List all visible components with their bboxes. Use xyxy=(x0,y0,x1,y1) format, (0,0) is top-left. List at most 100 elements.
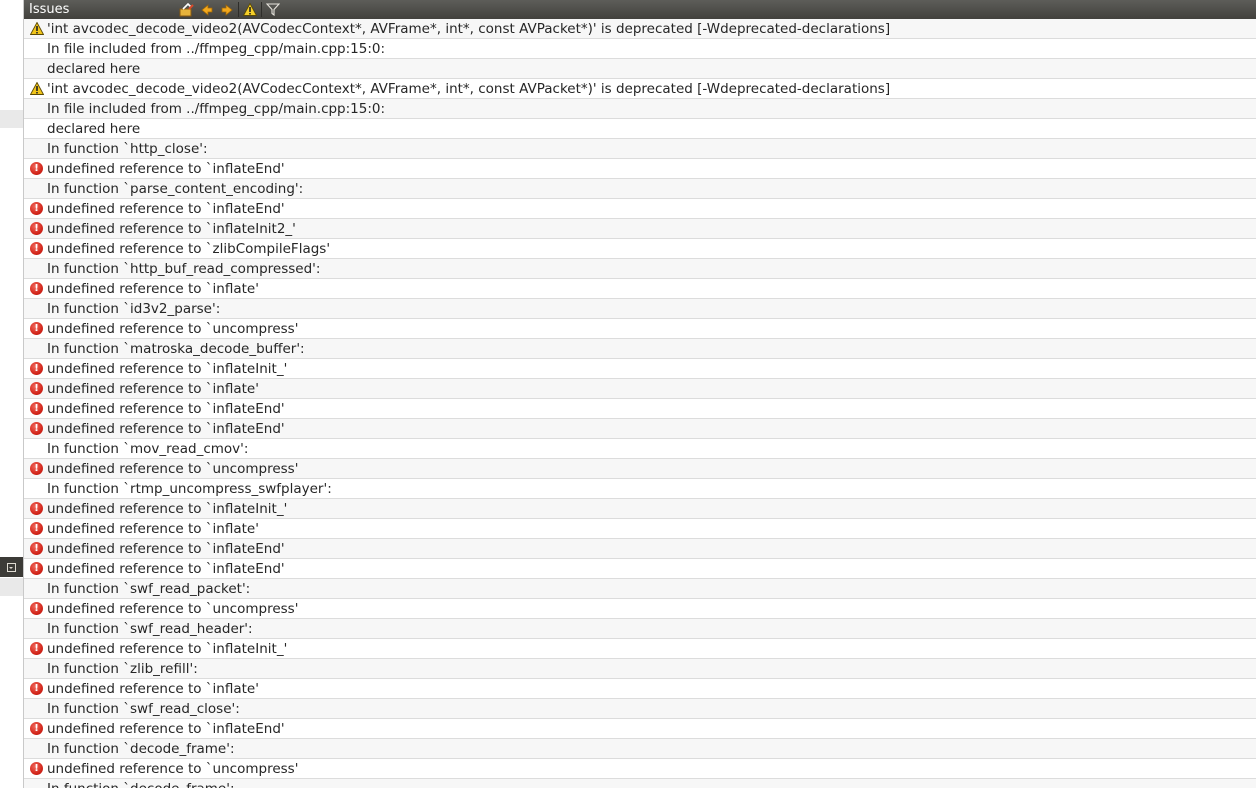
issue-text: undefined reference to `inflateEnd' xyxy=(47,540,285,557)
issue-icon-slot xyxy=(27,139,46,158)
issue-row[interactable]: In function `decode_frame': xyxy=(24,739,1256,759)
filter-button[interactable] xyxy=(263,0,283,19)
issue-text: undefined reference to `inflateInit_' xyxy=(47,640,288,657)
issue-text: declared here xyxy=(47,120,141,137)
next-issue-button[interactable] xyxy=(217,0,237,19)
issue-row[interactable]: ! undefined reference to `inflateInit_' xyxy=(24,499,1256,519)
toolbar-separator xyxy=(261,2,262,17)
issue-row[interactable]: 'int avcodec_decode_video2(AVCodecContex… xyxy=(24,19,1256,39)
issue-row[interactable]: In function `rtmp_uncompress_swfplayer': xyxy=(24,479,1256,499)
issue-row[interactable]: ! undefined reference to `inflateEnd' xyxy=(24,399,1256,419)
issue-icon-slot xyxy=(27,259,46,278)
issue-text: In file included from ../ffmpeg_cpp/main… xyxy=(47,40,386,57)
issue-row[interactable]: ! undefined reference to `uncompress' xyxy=(24,759,1256,779)
issue-icon-slot xyxy=(27,779,46,788)
issue-row[interactable]: ! undefined reference to `inflateInit2_' xyxy=(24,219,1256,239)
issue-row[interactable]: In function `swf_read_packet': xyxy=(24,579,1256,599)
issue-row[interactable]: In function `http_close': xyxy=(24,139,1256,159)
issue-text: In function `rtmp_uncompress_swfplayer': xyxy=(47,480,332,497)
issue-icon-slot xyxy=(27,79,46,98)
error-icon: ! xyxy=(30,542,43,555)
issue-row[interactable]: In function `id3v2_parse': xyxy=(24,299,1256,319)
issue-row[interactable]: In file included from ../ffmpeg_cpp/main… xyxy=(24,39,1256,59)
issue-row[interactable]: In function `mov_read_cmov': xyxy=(24,439,1256,459)
issue-icon-slot xyxy=(27,119,46,138)
issue-icon-slot: ! xyxy=(27,279,46,298)
collapse-panel-button[interactable] xyxy=(0,557,23,577)
gutter-band xyxy=(0,110,23,128)
issue-text: undefined reference to `zlibCompileFlags… xyxy=(47,240,331,257)
issue-icon-slot: ! xyxy=(27,199,46,218)
clear-issues-button[interactable] xyxy=(177,0,197,19)
issue-icon-slot xyxy=(27,299,46,318)
prev-arrow-icon xyxy=(201,3,213,16)
issue-row[interactable]: ! undefined reference to `inflateEnd' xyxy=(24,419,1256,439)
show-warnings-button[interactable] xyxy=(240,0,260,19)
issue-row[interactable]: ! undefined reference to `inflateEnd' xyxy=(24,559,1256,579)
issue-text: In function `parse_content_encoding': xyxy=(47,180,304,197)
issue-text: In function `decode_frame': xyxy=(46,781,235,788)
issue-row[interactable]: ! undefined reference to `inflateEnd' xyxy=(24,159,1256,179)
issue-row[interactable]: ! undefined reference to `inflateInit_' xyxy=(24,639,1256,659)
issue-icon-slot: ! xyxy=(27,559,46,578)
issue-row[interactable]: In function `decode_frame': xyxy=(24,779,1256,788)
issue-row[interactable]: 'int avcodec_decode_video2(AVCodecContex… xyxy=(24,79,1256,99)
error-icon: ! xyxy=(30,422,43,435)
issue-text: undefined reference to `inflateEnd' xyxy=(47,560,285,577)
error-icon: ! xyxy=(30,682,43,695)
issue-icon-slot: ! xyxy=(27,519,46,538)
panel-title: Issues xyxy=(29,2,70,17)
issue-icon-slot xyxy=(27,579,46,598)
issue-row[interactable]: ! undefined reference to `inflate' xyxy=(24,279,1256,299)
issue-row[interactable]: In function `parse_content_encoding': xyxy=(24,179,1256,199)
issue-icon-slot: ! xyxy=(27,319,46,338)
issue-row[interactable]: declared here xyxy=(24,119,1256,139)
issue-icon-slot: ! xyxy=(27,599,46,618)
clear-icon xyxy=(179,2,194,16)
issue-text: In function `http_close': xyxy=(47,140,208,157)
issue-row[interactable]: declared here xyxy=(24,59,1256,79)
issue-text: 'int avcodec_decode_video2(AVCodecContex… xyxy=(47,80,891,97)
issue-icon-slot xyxy=(27,99,46,118)
error-icon: ! xyxy=(30,282,43,295)
issue-row[interactable]: In function `http_buf_read_compressed': xyxy=(24,259,1256,279)
error-icon: ! xyxy=(30,642,43,655)
issue-row[interactable]: ! undefined reference to `uncompress' xyxy=(24,319,1256,339)
issue-row[interactable]: ! undefined reference to `inflateEnd' xyxy=(24,719,1256,739)
issue-row[interactable]: ! undefined reference to `uncompress' xyxy=(24,459,1256,479)
issue-text: In function `swf_read_packet': xyxy=(47,580,251,597)
issue-text: In function `id3v2_parse': xyxy=(47,300,221,317)
issue-row[interactable]: In function `matroska_decode_buffer': xyxy=(24,339,1256,359)
issue-row[interactable]: ! undefined reference to `inflateEnd' xyxy=(24,199,1256,219)
issue-icon-slot xyxy=(27,339,46,358)
issue-row[interactable]: ! undefined reference to `inflate' xyxy=(24,379,1256,399)
issue-text: undefined reference to `inflate' xyxy=(47,680,259,697)
issue-row[interactable]: ! undefined reference to `inflate' xyxy=(24,679,1256,699)
issue-icon-slot xyxy=(27,19,46,38)
issue-text: undefined reference to `inflate' xyxy=(47,380,259,397)
previous-issue-button[interactable] xyxy=(197,0,217,19)
error-icon: ! xyxy=(30,242,43,255)
issue-row[interactable]: In function `swf_read_close': xyxy=(24,699,1256,719)
issue-row[interactable]: ! undefined reference to `inflateInit_' xyxy=(24,359,1256,379)
issues-list: 'int avcodec_decode_video2(AVCodecContex… xyxy=(24,19,1256,788)
issue-row[interactable]: In file included from ../ffmpeg_cpp/main… xyxy=(24,99,1256,119)
issue-text: In function `http_buf_read_compressed': xyxy=(47,260,321,277)
error-icon: ! xyxy=(30,402,43,415)
issue-text: In file included from ../ffmpeg_cpp/main… xyxy=(47,100,386,117)
error-icon: ! xyxy=(30,602,43,615)
issue-text: In function `mov_read_cmov': xyxy=(47,440,249,457)
issue-row[interactable]: ! undefined reference to `inflate' xyxy=(24,519,1256,539)
issue-icon-slot: ! xyxy=(27,239,46,258)
issue-text: undefined reference to `uncompress' xyxy=(47,320,299,337)
issue-icon-slot xyxy=(27,699,46,718)
issue-row[interactable]: In function `zlib_refill': xyxy=(24,659,1256,679)
issue-row[interactable]: ! undefined reference to `uncompress' xyxy=(24,599,1256,619)
issue-row[interactable]: In function `swf_read_header': xyxy=(24,619,1256,639)
issue-text: In function `decode_frame': xyxy=(47,740,235,757)
gutter-band xyxy=(0,578,23,596)
issue-icon-slot: ! xyxy=(27,379,46,398)
issue-icon-slot: ! xyxy=(27,719,46,738)
issue-row[interactable]: ! undefined reference to `zlibCompileFlag… xyxy=(24,239,1256,259)
issue-row[interactable]: ! undefined reference to `inflateEnd' xyxy=(24,539,1256,559)
